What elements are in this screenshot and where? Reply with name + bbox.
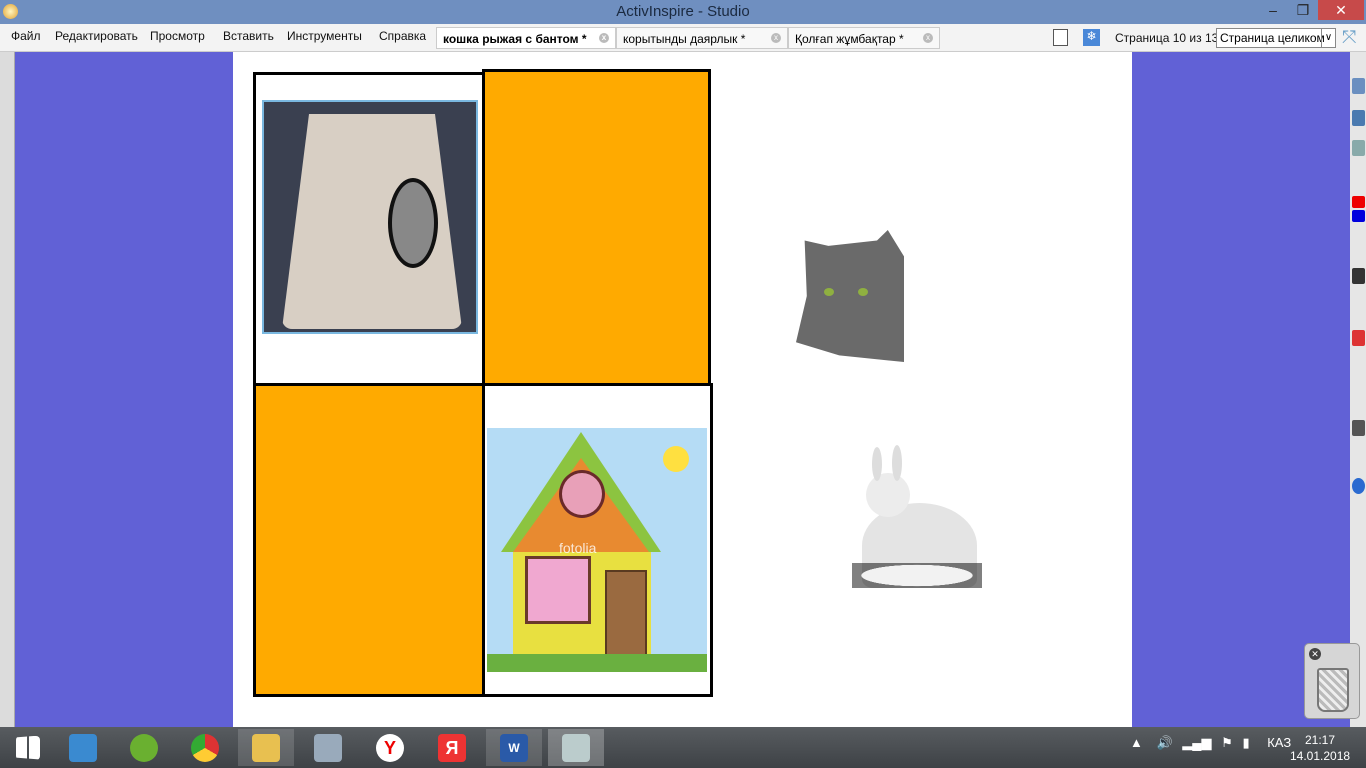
time: 21:17 <box>1304 733 1336 747</box>
cell-top-left <box>253 72 485 386</box>
flag-icon[interactable]: ⚑ <box>1221 735 1233 750</box>
taskbar-activinspire-icon[interactable] <box>548 729 604 766</box>
menu-insert[interactable]: Вставить <box>223 29 274 43</box>
taskbar-app-icon[interactable] <box>300 729 356 766</box>
menu-file[interactable]: Файл <box>11 29 41 43</box>
left-panel-strip[interactable] <box>0 52 15 727</box>
date: 14.01.2018 <box>1290 749 1351 763</box>
show-hidden-icons[interactable]: ▲ <box>1130 735 1143 750</box>
taskbar-chrome-icon[interactable] <box>177 729 233 766</box>
snowflake-icon[interactable]: ❄ <box>1083 29 1100 46</box>
tab-koshka[interactable]: кошка рыжая с бантом * x <box>436 27 616 49</box>
flipchart-page[interactable]: fotolia <box>233 52 1132 727</box>
close-tab-icon[interactable]: x <box>923 33 933 43</box>
title-bar: ActivInspire - Studio – ❐ ✕ <box>0 0 1366 24</box>
tool-icon[interactable] <box>1352 110 1365 126</box>
cell-bottom-right: fotolia <box>482 383 713 697</box>
taskbar-yandex-icon[interactable]: Я <box>424 729 480 766</box>
window-title: ActivInspire - Studio <box>616 3 750 20</box>
page-indicator: Страница 10 из 13 <box>1115 31 1219 45</box>
select-tool-icon[interactable] <box>1352 268 1365 284</box>
volume-icon[interactable]: 🔊 <box>1157 735 1173 750</box>
language-indicator[interactable]: КАЗ <box>1267 735 1291 750</box>
trash-icon <box>1317 668 1349 712</box>
page-notes-icon[interactable] <box>1053 29 1068 46</box>
taskbar-yandex-browser-icon[interactable]: Y <box>362 729 418 766</box>
taskbar-word-icon[interactable]: W <box>486 729 542 766</box>
close-tab-icon[interactable]: x <box>599 33 609 43</box>
tab-korytyndy[interactable]: корытынды даярлык * x <box>616 27 788 49</box>
chevron-down-icon: ∨ <box>1321 29 1335 47</box>
watermark: fotolia <box>559 540 597 556</box>
close-button[interactable]: ✕ <box>1318 0 1364 20</box>
tool-icon[interactable] <box>1352 78 1365 94</box>
fullscreen-icon[interactable]: ⤧ <box>1342 27 1356 48</box>
cat-image[interactable] <box>796 230 904 362</box>
zoom-select-value: Страница целиком <box>1220 31 1325 45</box>
tool-icon[interactable] <box>1352 330 1365 346</box>
house-image: fotolia <box>487 428 707 672</box>
network-icon[interactable]: ▂▄▆ <box>1182 735 1211 750</box>
cell-bottom-left <box>253 383 485 697</box>
system-tray: ▲ 🔊 ▂▄▆ ⚑ ▮ КАЗ <box>1130 735 1291 751</box>
tab-kolgap[interactable]: Қолғап жұмбақтар * x <box>788 27 940 49</box>
zoom-select[interactable]: Страница целиком ∨ <box>1216 28 1336 48</box>
color-red-icon[interactable] <box>1352 196 1365 208</box>
taskbar-explorer-icon[interactable] <box>238 729 294 766</box>
tab-label: Қолғап жұмбақтар * <box>795 32 904 46</box>
menu-edit[interactable]: Редактировать <box>55 29 138 43</box>
taskbar-desktop-icon[interactable] <box>55 729 111 766</box>
restore-button[interactable]: ❐ <box>1288 0 1318 20</box>
rabbit-image[interactable] <box>852 443 982 588</box>
battery-icon[interactable]: ▮ <box>1242 735 1249 750</box>
tab-label: корытынды даярлык * <box>623 32 746 46</box>
close-icon[interactable]: ✕ <box>1309 648 1321 660</box>
tab-label: кошка рыжая с бантом * <box>443 32 587 46</box>
tool-icon[interactable] <box>1352 478 1365 494</box>
menu-help[interactable]: Справка <box>379 29 426 43</box>
taskbar-utorrent-icon[interactable] <box>116 729 172 766</box>
cat-house-image <box>262 100 478 334</box>
close-tab-icon[interactable]: x <box>771 33 781 43</box>
tool-icon[interactable] <box>1352 140 1365 156</box>
clock[interactable]: 21:17 14.01.2018 <box>1290 732 1350 764</box>
start-button[interactable] <box>0 729 56 766</box>
menu-view[interactable]: Просмотр <box>150 29 205 43</box>
cell-top-right <box>482 69 711 386</box>
trash-can[interactable]: ✕ <box>1304 643 1360 719</box>
color-blue-icon[interactable] <box>1352 210 1365 222</box>
minimize-button[interactable]: – <box>1258 0 1288 20</box>
menu-tools[interactable]: Инструменты <box>287 29 362 43</box>
text-tool-icon[interactable] <box>1352 420 1365 436</box>
menu-bar: Файл Редактировать Просмотр Вставить Инс… <box>0 24 1366 52</box>
